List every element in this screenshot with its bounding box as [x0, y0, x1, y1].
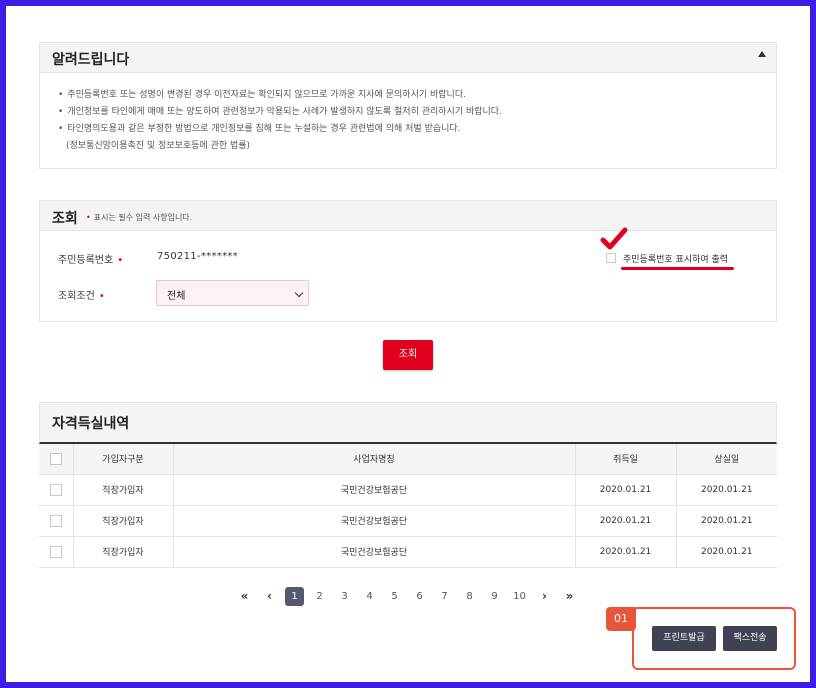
search-header: 조회 • 표시는 필수 입력 사항입니다. — [40, 201, 776, 231]
pagination: « ‹ 1 2 3 4 5 6 7 8 9 10 › » — [232, 586, 582, 606]
row-select-cell — [39, 505, 73, 537]
notice-item: 타인명의도용과 같은 부정한 방법으로 개인정보를 침해 또는 누설하는 경우 … — [58, 121, 502, 155]
table-row: 직장가입자 국민건강보험공단 2020.01.21 2020.01.21 — [39, 505, 777, 537]
column-header: 사업자명칭 — [172, 444, 575, 475]
rrn-label: 주민등록번호 • — [58, 251, 123, 266]
column-header: 취득일 — [574, 444, 676, 475]
table-row: 직장가입자 국민건강보험공단 2020.01.21 2020.01.21 — [39, 474, 777, 506]
required-note-text: 표시는 필수 입력 사항입니다. — [93, 213, 193, 222]
notice-title: 알려드립니다 — [52, 52, 130, 68]
rrn-value: 750211-******* — [157, 251, 238, 262]
column-header: 가입자구분 — [72, 444, 173, 475]
history-table: 가입자구분 사업자명칭 취득일 상실일 직장가입자 국민건강보험공단 2020.… — [39, 444, 777, 568]
table-row: 직장가입자 국민건강보험공단 2020.01.21 2020.01.21 — [39, 536, 777, 568]
red-checkmark-icon — [600, 227, 628, 250]
column-header: 상실일 — [675, 444, 777, 475]
page-link[interactable]: 7 — [432, 591, 457, 602]
required-dot-icon: • — [117, 255, 124, 266]
table-cell: 2020.01.21 — [675, 505, 777, 537]
page-link[interactable]: 8 — [457, 591, 482, 602]
print-rrn-label[interactable]: 주민등록번호 표시하여 출력 — [623, 252, 728, 265]
search-title: 조회 — [52, 211, 78, 227]
row-checkbox[interactable] — [49, 545, 62, 558]
notice-item-text: 타인명의도용과 같은 부정한 방법으로 개인정보를 침해 또는 누설하는 경우 … — [67, 124, 461, 134]
notice-header[interactable]: 알려드립니다 — [40, 43, 776, 73]
table-cell: 국민건강보험공단 — [172, 474, 575, 506]
table-cell: 국민건강보험공단 — [172, 505, 575, 537]
page-link[interactable]: 3 — [332, 591, 357, 602]
row-select-cell — [39, 536, 73, 568]
fax-send-button[interactable]: 팩스전송 — [723, 626, 777, 651]
table-cell: 국민건강보험공단 — [172, 536, 575, 568]
select-all-checkbox[interactable] — [49, 452, 62, 465]
last-page-icon[interactable]: » — [557, 589, 582, 603]
history-title: 자격득실내역 — [52, 416, 130, 432]
search-panel: 조회 • 표시는 필수 입력 사항입니다. 주민등록번호 • 750211-****… — [39, 200, 777, 322]
page-link[interactable]: 5 — [382, 591, 407, 602]
notice-item: 주민등록번호 또는 성명이 변경된 경우 이전자료는 확인되지 않으므로 가까운… — [58, 87, 502, 104]
first-page-icon[interactable]: « — [232, 589, 257, 603]
condition-select[interactable]: 전체 — [156, 280, 309, 306]
table-header-row: 가입자구분 사업자명칭 취득일 상실일 — [39, 444, 777, 475]
print-rrn-checkbox[interactable] — [606, 253, 616, 263]
table-cell: 2020.01.21 — [675, 536, 777, 568]
table-cell: 직장가입자 — [72, 505, 173, 537]
row-checkbox[interactable] — [49, 483, 62, 496]
table-cell: 2020.01.21 — [574, 505, 676, 537]
table-cell: 2020.01.21 — [574, 536, 676, 568]
row-select-cell — [39, 474, 73, 506]
page-canvas: 알려드립니다 주민등록번호 또는 성명이 변경된 경우 이전자료는 확인되지 않… — [6, 6, 810, 682]
notice-list: 주민등록번호 또는 성명이 변경된 경우 이전자료는 확인되지 않으므로 가까운… — [58, 87, 502, 155]
prev-page-icon[interactable]: ‹ — [257, 589, 282, 603]
collapse-triangle-icon[interactable] — [758, 51, 766, 57]
required-note: • 표시는 필수 입력 사항입니다. — [86, 212, 192, 223]
page-link[interactable]: 9 — [482, 591, 507, 602]
condition-label: 조회조건 • — [58, 287, 105, 302]
step-tag: 01 — [606, 607, 636, 631]
page-link-current[interactable]: 1 — [285, 586, 304, 606]
table-cell: 직장가입자 — [72, 474, 173, 506]
history-header: 자격득실내역 — [39, 402, 777, 444]
search-button[interactable]: 조회 — [383, 340, 433, 370]
page-link[interactable]: 2 — [307, 591, 332, 602]
highlight-underline — [621, 267, 734, 270]
table-cell: 2020.01.21 — [574, 474, 676, 506]
select-all-cell — [39, 444, 73, 475]
notice-item-sub: (정보통신망이용촉진 및 정보보호등에 관한 법률) — [66, 141, 251, 151]
notice-panel: 알려드립니다 주민등록번호 또는 성명이 변경된 경우 이전자료는 확인되지 않… — [39, 42, 777, 169]
chevron-down-icon — [294, 288, 304, 298]
print-issue-button[interactable]: 프린트발급 — [652, 626, 716, 651]
row-checkbox[interactable] — [49, 514, 62, 527]
table-cell: 직장가입자 — [72, 536, 173, 568]
page-link[interactable]: 4 — [357, 591, 382, 602]
page-link[interactable]: 10 — [507, 591, 532, 602]
required-dot-icon: • — [98, 291, 105, 302]
next-page-icon[interactable]: › — [532, 589, 557, 603]
required-dot-icon: • — [86, 213, 91, 222]
page-link[interactable]: 6 — [407, 591, 432, 602]
condition-label-text: 조회조건 — [58, 291, 95, 302]
condition-select-value: 전체 — [167, 291, 186, 302]
rrn-label-text: 주민등록번호 — [58, 255, 114, 266]
table-cell: 2020.01.21 — [675, 474, 777, 506]
notice-item: 개인정보를 타인에게 매매 또는 양도하여 관련정보가 악용되는 사례가 발생하… — [58, 104, 502, 121]
